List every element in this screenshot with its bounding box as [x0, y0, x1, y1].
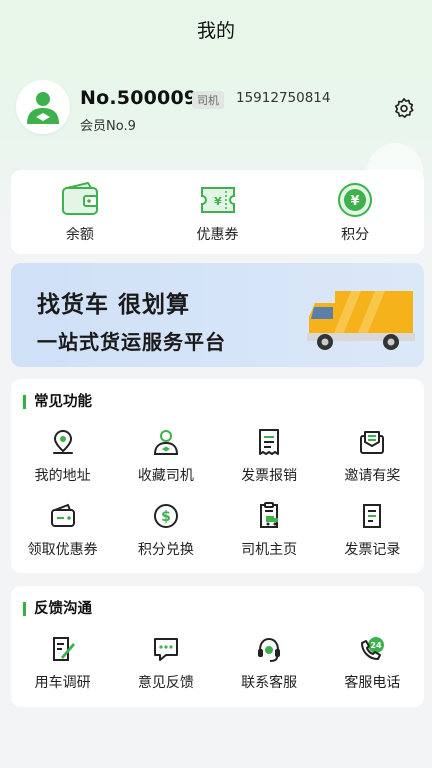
wallet-coupon-label: 优惠券 [196, 227, 239, 243]
settings-button[interactable] [392, 96, 416, 120]
gear-icon [394, 98, 414, 118]
common-functions-row-1: 我的地址 收藏司机 发票报销 邀请有奖 [11, 427, 424, 485]
common-functions-card: 常见功能 我的地址 收藏司机 发票报销 邀请有奖 领取优惠券 $ 积分兑换 司机… [11, 379, 424, 573]
banner-subtitle: 一站式货运服务平台 [37, 330, 226, 354]
svg-text:¥: ¥ [351, 194, 360, 209]
user-number: No.500009 [80, 87, 198, 109]
feedback-row: 用车调研 意见反馈 联系客服 24 客服电话 [11, 634, 424, 692]
driver-home-icon [260, 502, 279, 528]
func-invoice-reimburse-label: 发票报销 [241, 468, 298, 484]
func-points-exchange-label: 积分兑换 [137, 542, 194, 558]
coupon-icon: ¥ [200, 187, 235, 213]
wallet-balance[interactable]: 余额 [11, 170, 149, 254]
message-icon [153, 638, 178, 661]
fb-opinion-feedback-label: 意见反馈 [137, 675, 194, 691]
banner-title: 找货车 很划算 [37, 292, 191, 318]
feedback-card: 反馈沟通 用车调研 意见反馈 联系客服 24 客服电话 [11, 586, 424, 707]
wallet-points[interactable]: ¥ 积分 [286, 170, 424, 254]
location-icon [52, 429, 73, 454]
fb-vehicle-survey[interactable]: 用车调研 [11, 634, 114, 692]
invite-icon [360, 431, 385, 454]
survey-icon [52, 637, 75, 661]
phone-number: 15912750814 [236, 90, 331, 106]
invoice-icon [259, 429, 280, 455]
wallet-coupon[interactable]: ¥ 优惠券 [149, 170, 287, 254]
svg-text:24: 24 [371, 641, 383, 650]
feedback-title: 反馈沟通 [23, 602, 92, 616]
role-badge: 司机 [192, 91, 224, 109]
fb-contact-service[interactable]: 联系客服 [218, 634, 321, 692]
driver-icon [153, 430, 178, 455]
fb-opinion-feedback[interactable]: 意见反馈 [114, 634, 217, 692]
func-favorite-drivers-label: 收藏司机 [137, 468, 194, 484]
invoice-record-icon [363, 504, 382, 528]
func-invite-reward[interactable]: 邀请有奖 [321, 427, 424, 485]
fb-vehicle-survey-label: 用车调研 [34, 675, 91, 691]
func-invoice-records[interactable]: 发票记录 [321, 501, 424, 559]
func-invoice-records-label: 发票记录 [344, 542, 401, 558]
fb-service-phone-label: 客服电话 [344, 675, 401, 691]
common-functions-row-2: 领取优惠券 $ 积分兑换 司机主页 发票记录 [11, 501, 424, 559]
page-title: 我的 [196, 20, 235, 42]
points-icon: ¥ [338, 183, 373, 217]
promo-banner[interactable]: 找货车 很划算 一站式货运服务平台 [11, 263, 424, 367]
wallet-icon [61, 182, 98, 215]
avatar[interactable] [16, 80, 70, 134]
dollar-icon: $ [153, 504, 178, 528]
func-driver-home[interactable]: 司机主页 [218, 501, 321, 559]
func-invite-reward-label: 邀请有奖 [344, 468, 401, 484]
headset-icon [258, 637, 281, 662]
profile-section[interactable]: No.500009 司机 15912750814 会员No.9 [16, 80, 416, 140]
common-functions-title: 常见功能 [23, 395, 92, 409]
svg-text:$: $ [161, 509, 171, 525]
member-level: 会员No.9 [80, 119, 136, 134]
func-invoice-reimburse[interactable]: 发票报销 [218, 427, 321, 485]
fb-service-phone[interactable]: 24 客服电话 [321, 634, 424, 692]
func-favorite-drivers[interactable]: 收藏司机 [114, 427, 217, 485]
svg-text:¥: ¥ [214, 195, 222, 208]
phone-24-icon: 24 [361, 637, 385, 660]
coupon-wallet-icon [50, 503, 75, 527]
func-get-coupon-label: 领取优惠券 [27, 542, 98, 558]
func-my-address-label: 我的地址 [34, 468, 91, 484]
fb-contact-service-label: 联系客服 [241, 675, 298, 691]
wallet-points-label: 积分 [341, 227, 370, 243]
avatar-person-icon [27, 92, 59, 124]
func-points-exchange[interactable]: $ 积分兑换 [114, 501, 217, 559]
func-driver-home-label: 司机主页 [241, 542, 298, 558]
func-my-address[interactable]: 我的地址 [11, 427, 114, 485]
func-get-coupon[interactable]: 领取优惠券 [11, 501, 114, 559]
wallet-balance-label: 余额 [65, 227, 94, 243]
wallet-card: 余额 ¥ 优惠券 ¥ 积分 [11, 170, 424, 254]
truck-illustration [307, 291, 415, 350]
